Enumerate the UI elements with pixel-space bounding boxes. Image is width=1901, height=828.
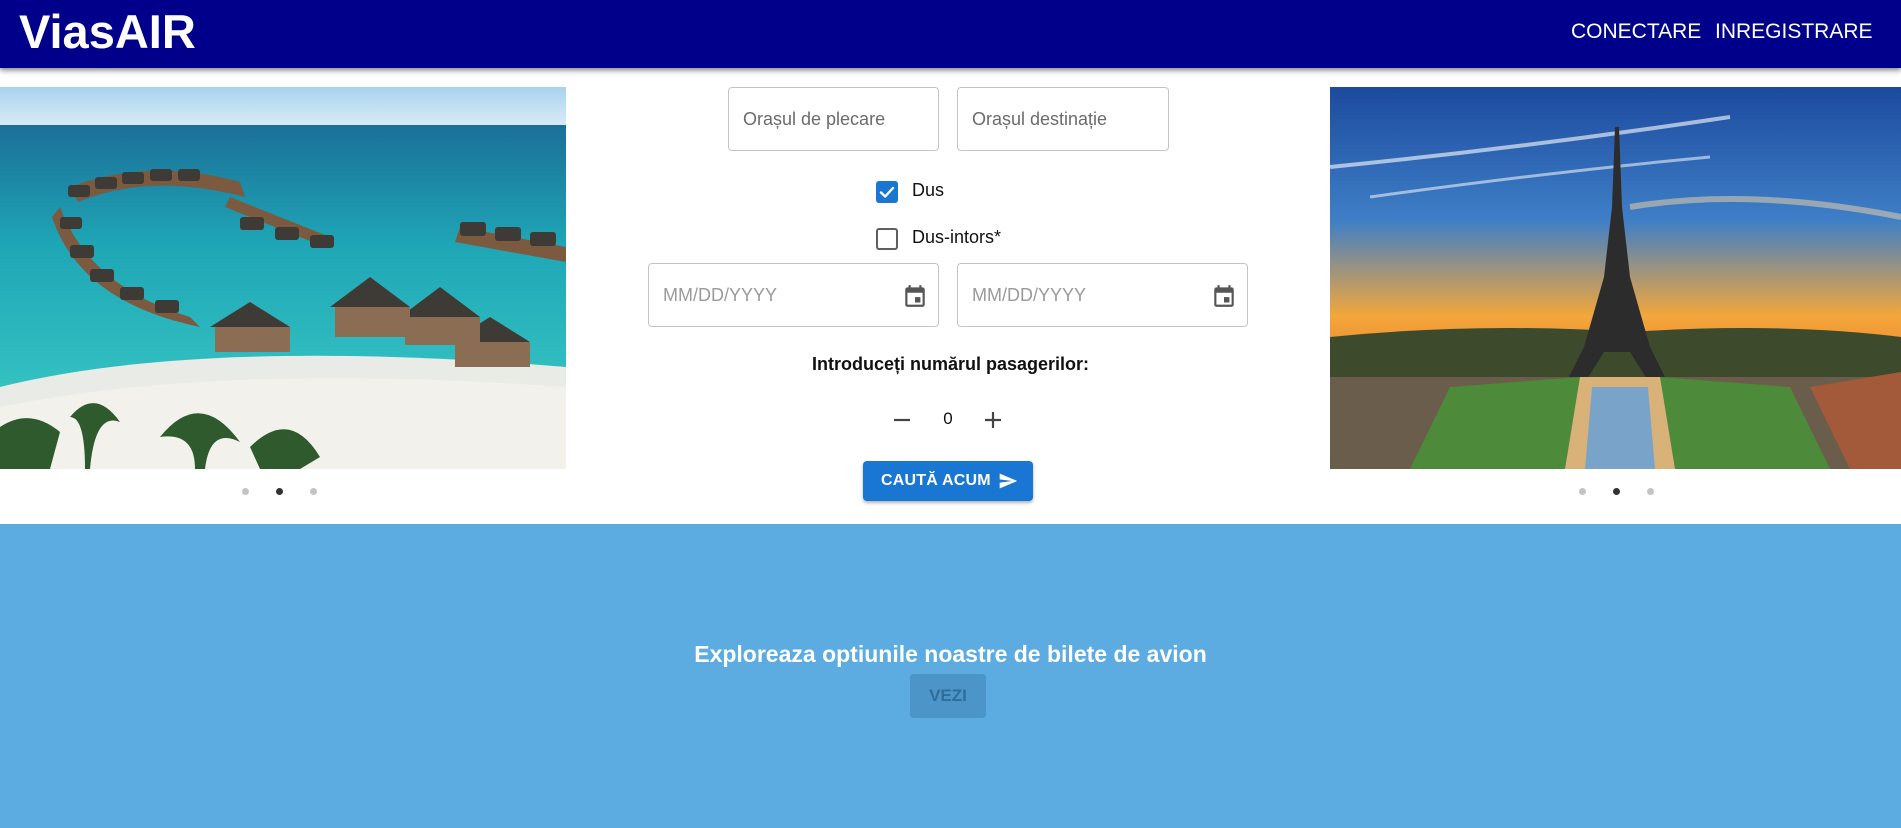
login-button[interactable]: CONECTARE (1571, 18, 1701, 46)
plus-icon (985, 412, 1001, 428)
one-way-checkbox[interactable] (876, 181, 898, 203)
destination-city-input[interactable] (972, 88, 1142, 150)
decrement-passengers-button[interactable] (887, 405, 917, 435)
search-now-label: CAUTĂ ACUM (881, 472, 991, 489)
app-bar: ViasAIR CONECTARE INREGISTRARE (0, 0, 1901, 68)
carousel-dot-active[interactable] (1613, 488, 1620, 495)
minus-icon (894, 418, 910, 422)
check-icon (879, 186, 895, 198)
explore-section: Exploreaza optiunile noastre de bilete d… (0, 524, 1901, 828)
carousel-dot-active[interactable] (276, 488, 283, 495)
passengers-label: Introduceți numărul pasagerilor: (811, 354, 1090, 374)
carousel-dot[interactable] (1647, 488, 1654, 495)
round-trip-label: Dus-intors* (912, 227, 1002, 247)
departure-date-field[interactable] (648, 263, 939, 327)
explore-title: Exploreaza optiunile noastre de bilete d… (694, 641, 1207, 667)
carousel-dot[interactable] (310, 488, 317, 495)
increment-passengers-button[interactable] (978, 405, 1008, 435)
one-way-label: Dus (912, 180, 945, 200)
eiffel-tower-photo (1330, 87, 1901, 469)
passengers-count: 0 (943, 409, 953, 428)
view-tickets-button[interactable]: VEZI (910, 674, 986, 718)
departure-date-input[interactable] (663, 264, 833, 326)
return-date-input[interactable] (972, 264, 1142, 326)
send-icon (999, 473, 1018, 489)
logo[interactable]: ViasAIR (19, 6, 196, 58)
carousel-left-image[interactable] (0, 87, 566, 469)
carousel-right-image[interactable] (1330, 87, 1901, 469)
search-now-button[interactable]: CAUTĂ ACUM (863, 461, 1033, 501)
calendar-icon[interactable] (1211, 283, 1237, 309)
register-button[interactable]: INREGISTRARE (1715, 18, 1873, 46)
return-date-field[interactable] (957, 263, 1248, 327)
destination-city-field[interactable] (957, 87, 1169, 151)
departure-city-input[interactable] (743, 88, 913, 150)
calendar-icon[interactable] (902, 283, 928, 309)
maldives-photo (0, 87, 566, 469)
carousel-dot[interactable] (1579, 488, 1586, 495)
departure-city-field[interactable] (728, 87, 939, 151)
round-trip-checkbox[interactable] (876, 228, 898, 250)
carousel-dot[interactable] (242, 488, 249, 495)
